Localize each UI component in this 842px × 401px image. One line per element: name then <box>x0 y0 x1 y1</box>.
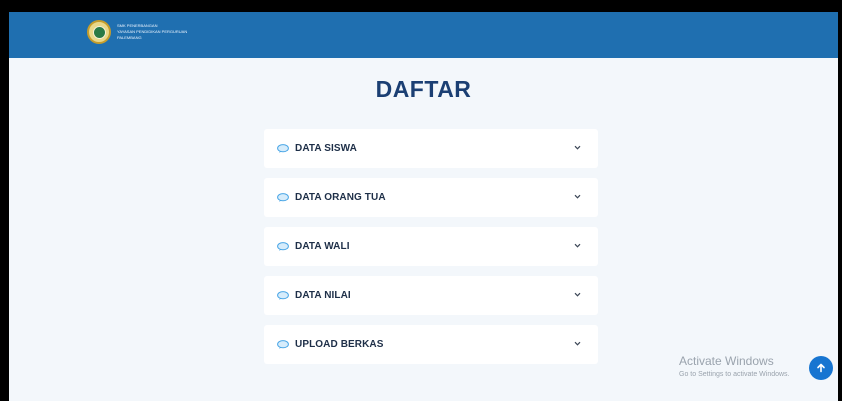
speech-bubble-icon <box>277 193 289 202</box>
site-header: SMK PENERBANGAN YAYASAN PENDIDIKAN PERGU… <box>9 12 838 58</box>
accordion-item-data-siswa[interactable]: DATA SISWA <box>264 129 598 168</box>
speech-bubble-icon <box>277 291 289 300</box>
accordion-item-label: DATA NILAI <box>295 290 351 301</box>
accordion-item-data-orang-tua[interactable]: DATA ORANG TUA <box>264 178 598 217</box>
page-title: DAFTAR <box>375 76 472 102</box>
accordion-item-data-nilai[interactable]: DATA NILAI <box>264 276 598 315</box>
chevron-down-icon[interactable] <box>574 340 581 347</box>
watermark-title: Activate Windows <box>679 354 774 368</box>
chevron-down-icon[interactable] <box>574 144 581 151</box>
accordion-item-upload-berkas[interactable]: UPLOAD BERKAS <box>264 325 598 364</box>
chevron-down-icon[interactable] <box>574 193 581 200</box>
speech-bubble-icon <box>277 242 289 251</box>
scroll-to-top-button[interactable] <box>809 356 833 380</box>
accordion-item-label: DATA SISWA <box>295 143 357 154</box>
accordion-item-label: DATA WALI <box>295 241 350 252</box>
registration-accordion: DATA SISWA DATA ORANG TUA DATA WALI DATA… <box>264 129 598 374</box>
chevron-down-icon[interactable] <box>574 291 581 298</box>
chevron-down-icon[interactable] <box>574 242 581 249</box>
logo-line: PALEMBANG <box>117 35 142 40</box>
site-logo[interactable]: SMK PENERBANGAN YAYASAN PENDIDIKAN PERGU… <box>87 20 187 44</box>
logo-text: SMK PENERBANGAN YAYASAN PENDIDIKAN PERGU… <box>117 23 187 41</box>
windows-activation-watermark: Activate Windows Go to Settings to activ… <box>679 354 790 378</box>
school-emblem-icon <box>87 20 111 44</box>
accordion-item-label: UPLOAD BERKAS <box>295 339 384 350</box>
browser-viewport: SMK PENERBANGAN YAYASAN PENDIDIKAN PERGU… <box>9 12 838 401</box>
speech-bubble-icon <box>277 340 289 349</box>
arrow-up-icon <box>817 363 825 373</box>
accordion-item-label: DATA ORANG TUA <box>295 192 386 203</box>
accordion-item-data-wali[interactable]: DATA WALI <box>264 227 598 266</box>
watermark-subtitle: Go to Settings to activate Windows. <box>679 371 790 378</box>
speech-bubble-icon <box>277 144 289 153</box>
